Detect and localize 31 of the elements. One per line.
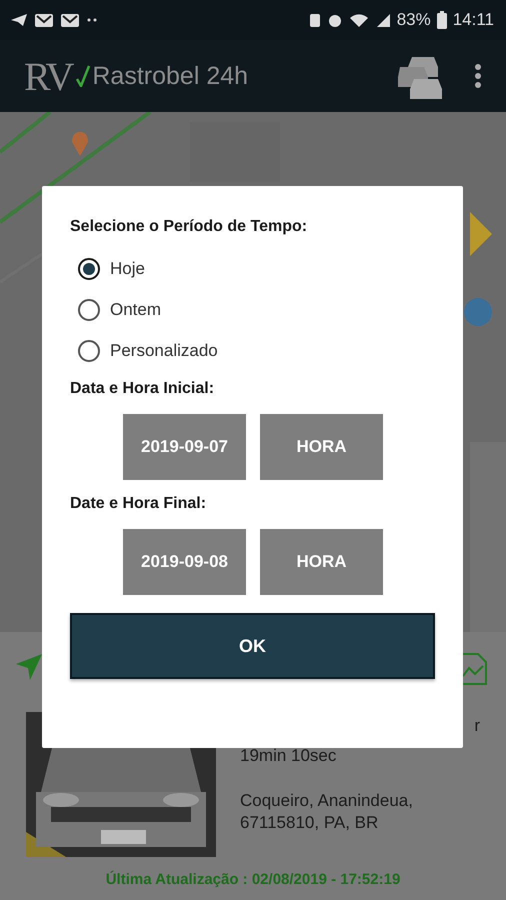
radio-option[interactable]: Hoje	[78, 258, 435, 280]
range-label: Date e Hora Final:	[70, 495, 208, 513]
radio-button[interactable]	[78, 299, 100, 321]
dialog-title: Selecione o Período de Tempo:	[70, 218, 308, 236]
ok-button[interactable]: OK	[70, 613, 435, 679]
more-options-icon[interactable]	[474, 63, 482, 89]
time-button[interactable]: HORA	[260, 529, 383, 595]
signal-icon	[374, 12, 391, 28]
range-label: Data e Hora Inicial:	[70, 380, 216, 398]
logo: RV	[24, 52, 74, 100]
check-icon	[76, 65, 90, 87]
radio-option[interactable]: Ontem	[78, 299, 435, 321]
mail-icon	[60, 12, 80, 28]
elapsed-time-text: r	[474, 716, 480, 736]
elapsed-time: 19min 10sec	[240, 746, 338, 766]
time-button[interactable]: HORA	[260, 414, 383, 480]
radio-button[interactable]	[78, 258, 100, 280]
radio-option[interactable]: Personalizado	[78, 340, 435, 362]
app-title: Rastrobel 24h	[92, 62, 248, 90]
mail-icon	[34, 12, 54, 28]
battery-percentage: 83%	[396, 10, 431, 30]
date-button[interactable]: 2019-09-08	[123, 529, 246, 595]
more-notifications-icon	[86, 17, 98, 23]
radio-button[interactable]	[78, 340, 100, 362]
clock: 14:11	[452, 10, 494, 30]
date-button[interactable]: 2019-09-07	[123, 414, 246, 480]
last-update: Última Atualização : 02/08/2019 - 17:52:19	[104, 871, 402, 888]
battery-icon	[436, 11, 447, 29]
telegram-icon	[10, 13, 28, 27]
navigation-arrow-icon[interactable]	[14, 652, 44, 682]
address: Coqueiro, Ananindeua, 67115810, PA, BR	[240, 790, 414, 834]
